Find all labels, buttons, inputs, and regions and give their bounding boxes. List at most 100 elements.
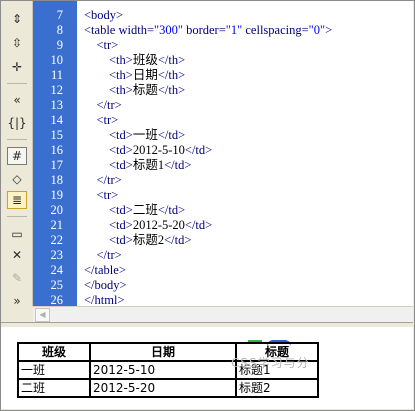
code-tag: border=	[182, 23, 226, 37]
table-cell[interactable]: 二班	[18, 379, 90, 397]
line-number: 12	[50, 83, 64, 97]
line-number: 9	[56, 38, 63, 52]
code-line[interactable]: 7 <body>	[33, 8, 413, 23]
code-tag: <td>	[109, 203, 133, 217]
balance-braces-icon[interactable]: {|}	[7, 114, 27, 132]
code-text: <tr>	[84, 188, 119, 203]
table-cell[interactable]: 2012-5-10	[90, 361, 236, 379]
code-text: </tr>	[84, 173, 122, 188]
watermark: CSS学习与分	[231, 356, 310, 370]
code-tag: </td>	[157, 203, 186, 217]
code-tag: </th>	[157, 68, 186, 82]
code-line[interactable]: 18 </tr>	[33, 173, 413, 188]
line-number: 8	[56, 23, 63, 37]
line-number: 19	[50, 188, 64, 202]
code-line[interactable]: 8 <table width="300" border="1" cellspaci…	[33, 23, 413, 38]
code-line[interactable]: 26 </html>	[33, 293, 413, 306]
code-line[interactable]: 9 <tr>	[33, 38, 413, 53]
highlight-invalid-icon[interactable]: ◇	[7, 170, 27, 188]
line-number: 24	[50, 263, 64, 277]
line-numbers-icon[interactable]: #	[7, 147, 27, 165]
code-tag: cellspacing=	[242, 23, 309, 37]
code-text: <td>标题2</td>	[84, 233, 191, 248]
code-line[interactable]: 24 </table>	[33, 263, 413, 278]
code-text: <tr>	[84, 113, 119, 128]
code-tag: </tr>	[96, 173, 122, 187]
code-content-text: 标题1	[132, 158, 165, 172]
code-line[interactable]: 20 <td>二班</td>	[33, 203, 413, 218]
code-line[interactable]: 12 <th>标题</th>	[33, 83, 413, 98]
expand-icon[interactable]: ⇕	[7, 10, 27, 28]
table-row: 二班 2012-5-20 标题2	[18, 379, 318, 397]
code-text: </tr>	[84, 98, 122, 113]
syntax-coloring-icon[interactable]: ≣	[7, 191, 27, 209]
code-text: <td>一班</td>	[84, 128, 185, 143]
code-tag: </html>	[84, 293, 125, 306]
code-line[interactable]: 15 <td>一班</td>	[33, 128, 413, 143]
more-tools-icon[interactable]: »	[7, 292, 27, 310]
code-line[interactable]: 16 <td>2012-5-10</td>	[33, 143, 413, 158]
code-line[interactable]: 19 <tr>	[33, 188, 413, 203]
header-cell[interactable]: 日期	[90, 343, 236, 361]
code-content-text: 2012-5-20	[132, 218, 185, 232]
scroll-left-icon[interactable]: ◀	[35, 308, 50, 322]
select-parent-icon[interactable]: «	[7, 91, 27, 109]
code-tag: </body>	[84, 278, 127, 292]
comment-icon[interactable]: ▭	[7, 225, 27, 243]
code-text: <table width="300" border="1" cellspacin…	[84, 23, 332, 38]
code-line[interactable]: 22 <td>标题2</td>	[33, 233, 413, 248]
code-tag: <tr>	[96, 38, 119, 52]
code-line[interactable]: 14 <tr>	[33, 113, 413, 128]
line-number: 13	[50, 98, 64, 112]
code-line[interactable]: 23 </tr>	[33, 248, 413, 263]
line-number: 14	[50, 113, 64, 127]
code-text: <td>标题1</td>	[84, 158, 191, 173]
code-line[interactable]: 25 </body>	[33, 278, 413, 293]
code-tag: <body>	[84, 8, 124, 22]
table-cell[interactable]: 2012-5-20	[90, 379, 236, 397]
line-number: 18	[50, 173, 64, 187]
code-tag: <td>	[109, 143, 133, 157]
code-content-text: 2012-5-10	[132, 143, 185, 157]
collapse-selection-icon[interactable]: ⇳	[7, 34, 27, 52]
line-number: 11	[50, 68, 63, 82]
code-attr-value: "1"	[225, 23, 243, 37]
code-editor[interactable]: 7 <body> 8 <table width="300" border="1" ce…	[33, 1, 413, 306]
horizontal-scrollbar[interactable]: ◀	[33, 306, 413, 322]
code-content-text: 标题	[132, 83, 158, 97]
table-cell[interactable]: 标题2	[236, 379, 318, 397]
code-line[interactable]: 17 <td>标题1</td>	[33, 158, 413, 173]
code-line[interactable]: 11 <th>日期</th>	[33, 68, 413, 83]
code-tag: </td>	[184, 143, 213, 157]
code-text: <th>日期</th>	[84, 68, 185, 83]
collapse-full-icon[interactable]: ✛	[7, 58, 27, 76]
code-tag: </tr>	[96, 98, 122, 112]
code-tag: </td>	[164, 158, 192, 172]
table-cell[interactable]: 一班	[18, 361, 90, 379]
line-number: 17	[50, 158, 64, 172]
uncomment-icon[interactable]: ✕	[7, 246, 27, 264]
wrap-tag-icon[interactable]: ✎	[7, 269, 27, 287]
header-cell[interactable]: 班级	[18, 343, 90, 361]
code-line[interactable]: 13 </tr>	[33, 98, 413, 113]
code-line[interactable]: 10 <th>班级</th>	[33, 53, 413, 68]
code-line[interactable]: 21 <td>2012-5-20</td>	[33, 218, 413, 233]
code-content-text: 日期	[132, 68, 158, 82]
toolbar-divider	[7, 139, 27, 140]
code-tag: <tr>	[96, 188, 119, 202]
code-attr-value: "0"	[308, 23, 326, 37]
code-tag: </th>	[157, 83, 186, 97]
